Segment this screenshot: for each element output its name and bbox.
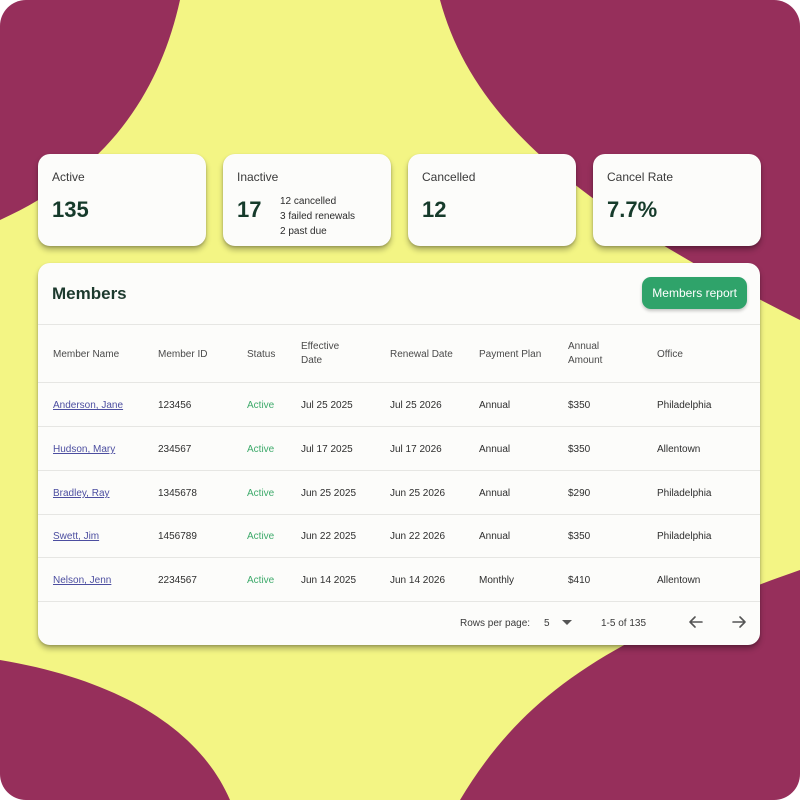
rows-per-page-value: 5 [544, 618, 550, 629]
renewal-date: Jun 25 2026 [390, 488, 446, 499]
stat-value: 7.7% [607, 197, 658, 222]
stat-label: Active [52, 170, 85, 184]
divider [38, 324, 760, 325]
annual-amount: $350 [568, 444, 591, 455]
stat-label: Inactive [237, 170, 279, 184]
column-header-text: Effective [301, 341, 340, 352]
renewal-date: Jul 25 2026 [390, 400, 442, 411]
office: Philadelphia [657, 531, 712, 542]
rows-per-page-select[interactable]: 5 [538, 614, 578, 632]
member-name-link[interactable]: Swett, Jim [53, 531, 99, 542]
column-header-text: Amount [568, 355, 603, 366]
annual-amount: $410 [568, 575, 591, 586]
inactive-breakdown: 12 cancelled 3 failed renewals 2 past du… [280, 194, 355, 239]
effective-date: Jul 17 2025 [301, 444, 353, 455]
status-text: Active [247, 444, 275, 455]
stat-card-cancel-rate: Cancel Rate 7.7% [593, 154, 761, 246]
divider [38, 382, 760, 383]
breakdown-item: 3 failed renewals [280, 211, 356, 222]
stat-label: Cancel Rate [607, 170, 674, 184]
status-text: Active [247, 400, 275, 411]
previous-page-button[interactable] [686, 612, 706, 632]
arrow-left-icon [689, 616, 703, 628]
annual-amount: $350 [568, 400, 591, 411]
office: Allentown [657, 444, 701, 455]
column-header-office[interactable]: Office [657, 348, 683, 362]
member-name-link[interactable]: Hudson, Mary [53, 444, 115, 455]
annual-amount: $290 [568, 488, 591, 499]
member-name-link[interactable]: Anderson, Jane [53, 400, 123, 411]
column-header-effective-date[interactable]: Effective Date [301, 340, 339, 368]
renewal-date: Jul 17 2026 [390, 444, 442, 455]
effective-date: Jun 22 2025 [301, 531, 357, 542]
office: Philadelphia [657, 400, 712, 411]
members-card: Members Members report Member Name Membe… [38, 263, 760, 645]
office: Allentown [657, 575, 701, 586]
column-header-member-name[interactable]: Member Name [53, 348, 119, 362]
payment-plan: Annual [479, 488, 511, 499]
effective-date: Jun 14 2025 [301, 575, 357, 586]
pagination-range: 1-5 of 135 [601, 618, 647, 629]
divider [38, 470, 760, 471]
member-id: 2234567 [158, 575, 197, 586]
annual-amount: $350 [568, 531, 591, 542]
status-text: Active [247, 488, 275, 499]
stat-card-cancelled: Cancelled 12 [408, 154, 576, 246]
divider [38, 557, 760, 558]
stat-label: Cancelled [422, 170, 476, 184]
stat-value: 135 [52, 197, 89, 222]
member-name-link[interactable]: Bradley, Ray [53, 488, 110, 499]
member-name-link[interactable]: Nelson, Jenn [53, 575, 111, 586]
member-id: 1456789 [158, 531, 197, 542]
member-id: 1345678 [158, 488, 197, 499]
app-frame: Active 135 Inactive 17 12 cancelled 3 fa… [0, 0, 800, 800]
breakdown-item: 2 past due [280, 226, 327, 237]
column-header-status[interactable]: Status [247, 348, 275, 362]
column-header-text: Date [301, 355, 323, 366]
stat-card-active: Active 135 [38, 154, 206, 246]
column-header-renewal-date[interactable]: Renewal Date [390, 348, 453, 362]
stat-value: 12 [422, 197, 447, 222]
renewal-date: Jun 22 2026 [390, 531, 446, 542]
arrow-right-icon [732, 616, 746, 628]
payment-plan: Monthly [479, 575, 515, 586]
renewal-date: Jun 14 2026 [390, 575, 446, 586]
office: Philadelphia [657, 488, 712, 499]
members-report-button[interactable]: Members report [642, 277, 747, 309]
effective-date: Jul 25 2025 [301, 400, 353, 411]
divider [38, 601, 760, 602]
divider [38, 426, 760, 427]
member-id: 234567 [158, 444, 192, 455]
column-header-annual-amount[interactable]: Annual Amount [568, 340, 602, 368]
column-header-member-id[interactable]: Member ID [158, 348, 207, 362]
status-text: Active [247, 531, 275, 542]
status-text: Active [247, 575, 275, 586]
payment-plan: Annual [479, 400, 511, 411]
column-header-payment-plan[interactable]: Payment Plan [479, 348, 541, 362]
effective-date: Jun 25 2025 [301, 488, 357, 499]
column-header-text: Annual [568, 341, 600, 352]
divider [38, 514, 760, 515]
stat-value: 17 [237, 197, 262, 222]
stat-card-inactive: Inactive 17 12 cancelled 3 failed renewa… [223, 154, 391, 246]
payment-plan: Annual [479, 444, 511, 455]
rows-per-page-label: Rows per page: [460, 618, 531, 629]
next-page-button[interactable] [729, 612, 749, 632]
member-id: 123456 [158, 400, 192, 411]
payment-plan: Annual [479, 531, 511, 542]
members-title: Members [52, 284, 127, 303]
caret-down-icon [562, 620, 572, 625]
breakdown-item: 12 cancelled [280, 196, 337, 207]
